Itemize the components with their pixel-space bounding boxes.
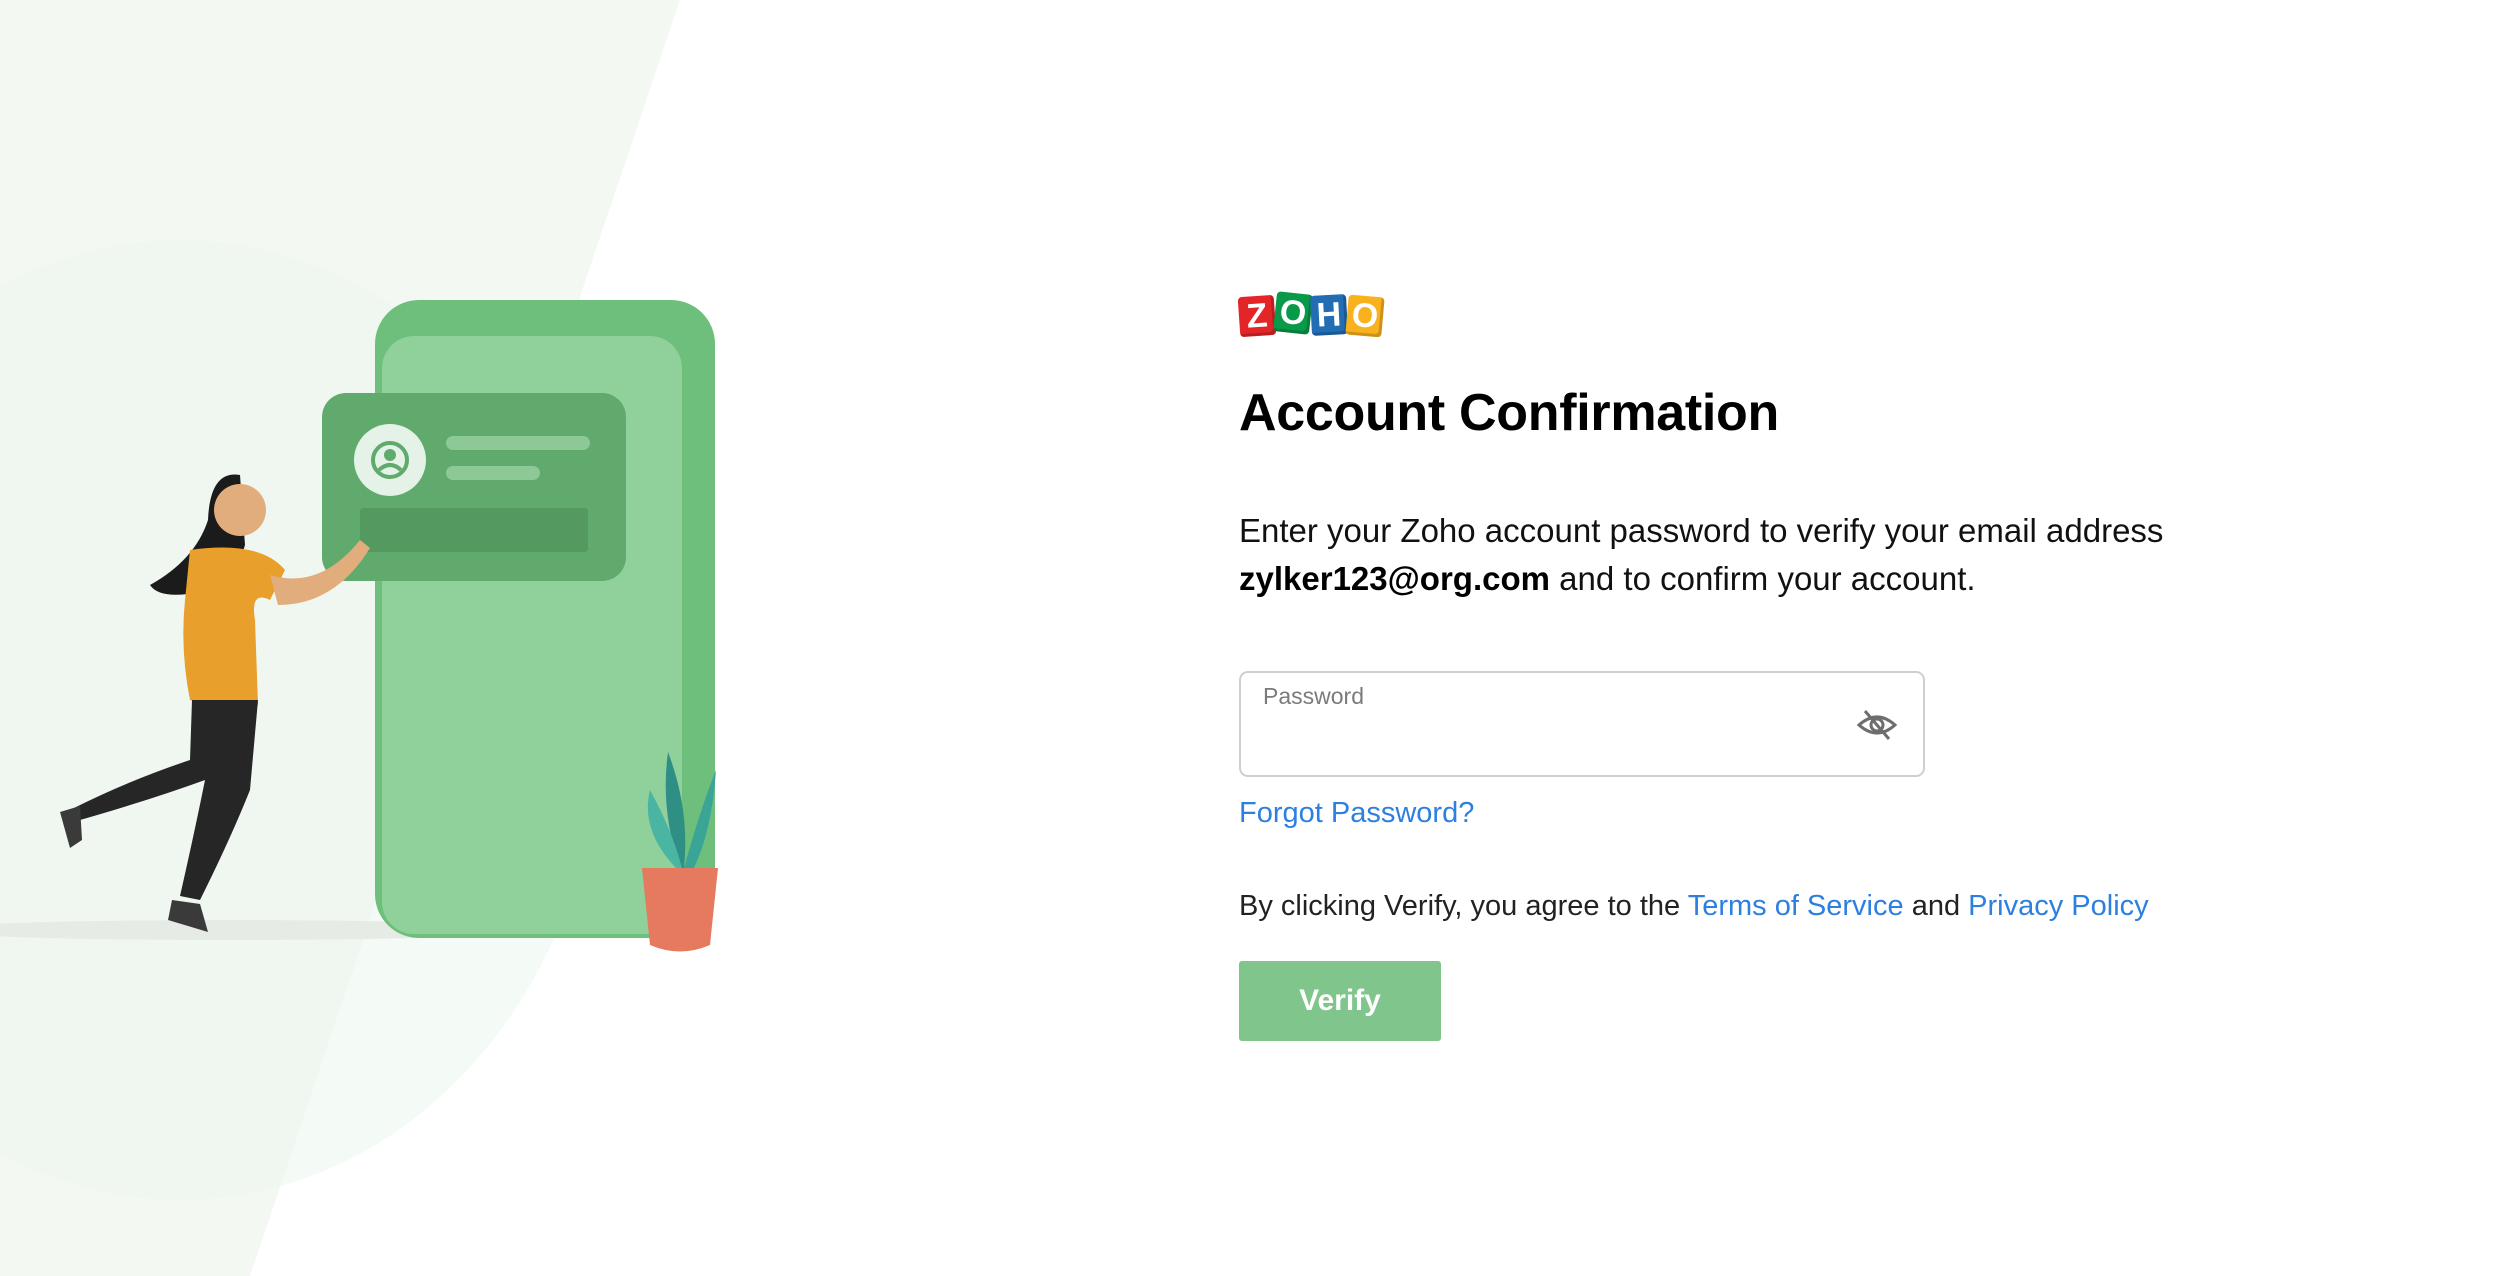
password-label: Password [1263, 683, 1364, 709]
logo-tile-o1: O [1273, 291, 1313, 335]
password-input[interactable] [1263, 719, 1847, 761]
logo-tile-o2: O [1345, 294, 1385, 338]
profile-line-2 [446, 466, 540, 480]
forgot-password-link[interactable]: Forgot Password? [1239, 797, 1474, 830]
plant-pot [642, 868, 718, 952]
logo-tile-h: H [1309, 294, 1349, 336]
zoho-logo: Z O H O [1237, 285, 2339, 341]
privacy-policy-link[interactable]: Privacy Policy [1968, 890, 2149, 922]
page-title: Account Confirmation [1239, 384, 1779, 442]
terms-prefix: By clicking Verify, you agree to the [1239, 890, 1681, 922]
profile-bar [360, 508, 588, 552]
illustration [0, 0, 718, 1276]
password-field[interactable]: Password [1239, 671, 1925, 777]
terms-text: By clicking Verify, you agree to the Ter… [1239, 890, 2339, 923]
login-page: Z O H O Account Confirmation Enter your … [0, 0, 2517, 1276]
logo-tile-z: Z [1237, 294, 1277, 338]
profile-line-1 [446, 436, 590, 450]
description-prefix: Enter your Zoho account password to veri… [1239, 512, 2164, 549]
woman-head [214, 484, 266, 536]
terms-conjunction: and [1911, 890, 1961, 922]
terms-of-service-link[interactable]: Terms of Service [1688, 890, 1904, 922]
verify-button[interactable]: Verify [1239, 961, 1441, 1041]
eye-slash-icon[interactable] [1855, 705, 1899, 745]
confirmation-form: Z O H O Account Confirmation Enter your … [1237, 285, 2339, 1041]
confirmation-description: Enter your Zoho account password to veri… [1239, 507, 2289, 603]
description-suffix: and to confirm your account. [1559, 560, 1976, 597]
account-email: zylker123@org.com [1239, 560, 1550, 597]
profile-avatar-head [384, 449, 396, 461]
